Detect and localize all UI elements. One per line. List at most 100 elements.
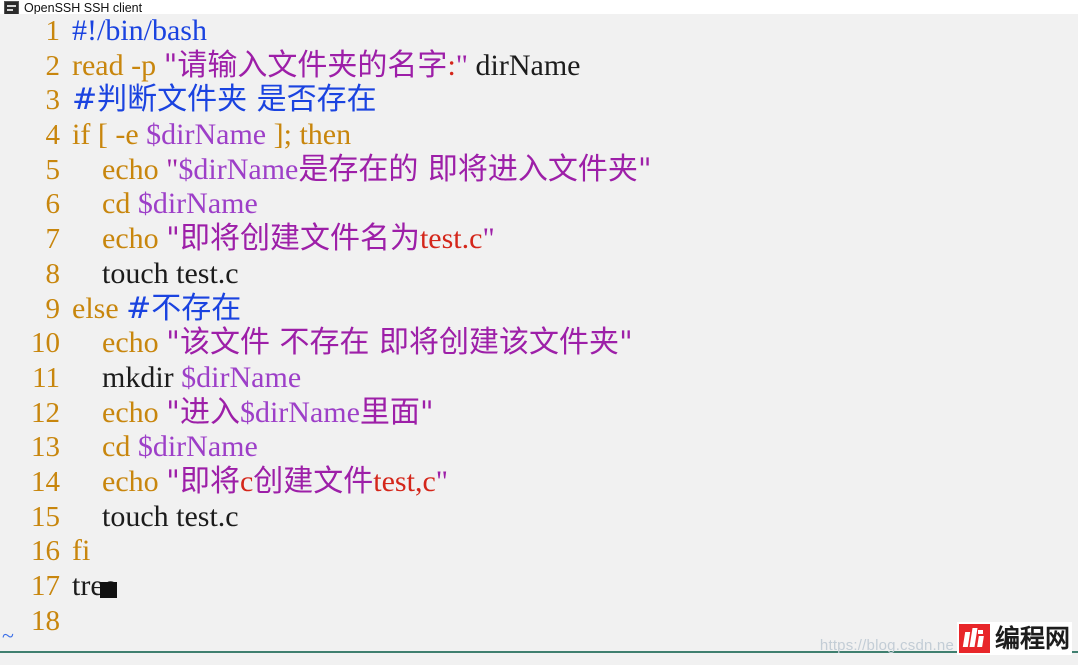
code-line[interactable]: 13 cd $dirName <box>0 430 1078 465</box>
code-token-kw: echo <box>72 222 167 256</box>
code-token-str: "该文件 不存在 即将创建该文件夹" <box>166 325 633 361</box>
code-token-str: " <box>166 152 179 186</box>
line-text: touch test.c <box>60 500 239 535</box>
code-token-str: " <box>482 222 495 256</box>
code-token-plain: dirName <box>468 48 581 82</box>
vim-editor-buffer[interactable]: 1 #!/bin/bash 2 read -p "请输入文件夹的名字:" dirNam… <box>0 14 1078 651</box>
line-text: #判断文件夹 是否存在 <box>60 83 377 118</box>
code-token-str: 是存在的 即将进入文件夹" <box>298 151 652 187</box>
code-token-str: "即将创建文件名为 <box>166 221 420 257</box>
line-text: read -p "请输入文件夹的名字:" dirName <box>60 47 581 84</box>
code-line[interactable]: 4 if [ -e $dirName ]; then <box>0 118 1078 153</box>
line-number: 3 <box>45 84 61 117</box>
code-token-kw: read <box>72 48 132 82</box>
line-number: 15 <box>31 500 60 533</box>
window-title: OpenSSH SSH client <box>24 1 143 14</box>
code-line[interactable]: 10 echo "该文件 不存在 即将创建该文件夹" <box>0 325 1078 361</box>
code-token-cmt: #不存在 <box>126 290 242 326</box>
code-line[interactable]: 1 #!/bin/bash <box>0 14 1078 49</box>
line-number: 16 <box>31 535 60 568</box>
code-line[interactable]: 15 touch test.c <box>0 500 1078 535</box>
code-line[interactable]: 2 read -p "请输入文件夹的名字:" dirName <box>0 47 1078 84</box>
code-line[interactable]: 12 echo "进入$dirName里面" <box>0 394 1078 431</box>
biancheng-logo-icon <box>958 624 990 653</box>
line-text: echo "即将创建文件名为test.c" <box>60 221 495 257</box>
line-text: if [ -e $dirName ]; then <box>60 118 351 153</box>
vim-empty-line-marker: ~ <box>2 623 14 648</box>
code-token-kw: ; <box>283 118 300 152</box>
code-token-spec: : <box>447 48 456 82</box>
code-line[interactable]: 3 #判断文件夹 是否存在 <box>0 83 1078 118</box>
code-line[interactable]: 16 fi <box>0 534 1078 569</box>
code-token-str: 创建文件 <box>253 463 374 499</box>
code-token-plain: mkdir <box>72 360 182 394</box>
brand-logo: 编程网 <box>956 622 1072 655</box>
code-token-spec: c <box>239 464 254 498</box>
code-token-var: $dirName <box>137 187 258 221</box>
code-token-str: 里面" <box>359 394 434 430</box>
line-text: cd $dirName <box>60 430 258 465</box>
line-number: 11 <box>32 361 60 394</box>
text-cursor <box>99 582 117 598</box>
line-text: cd $dirName <box>60 187 258 222</box>
line-number: 6 <box>45 188 61 221</box>
code-token-kw: cd <box>72 187 138 221</box>
code-token-kw: -e <box>115 118 147 152</box>
code-line[interactable]: 14 echo "即将c创建文件test,c" <box>0 463 1078 500</box>
line-text: tree <box>60 569 117 604</box>
code-token-kw: else <box>72 291 127 325</box>
code-token-kw: echo <box>72 152 167 186</box>
line-number: 8 <box>45 257 61 290</box>
code-token-cmt: #!/bin/bash <box>72 14 207 47</box>
line-number: 17 <box>31 570 60 602</box>
line-number: 5 <box>45 153 61 186</box>
line-number: 4 <box>45 119 61 152</box>
line-text: touch test.c <box>60 257 239 292</box>
line-number: 10 <box>31 327 60 360</box>
code-token-var: $dirName <box>137 430 258 464</box>
line-text: #!/bin/bash <box>60 14 207 49</box>
code-token-var: $dirName <box>181 360 302 394</box>
code-line[interactable]: 6 cd $dirName <box>0 187 1078 222</box>
code-line[interactable]: 5 echo "$dirName是存在的 即将进入文件夹" <box>0 151 1078 188</box>
line-number: 13 <box>31 431 60 464</box>
line-text: else #不存在 <box>60 290 242 327</box>
line-text: echo "进入$dirName里面" <box>60 394 434 431</box>
code-line[interactable]: 18 <box>0 604 1078 639</box>
code-token-kw: fi <box>72 534 91 568</box>
code-token-var: $dirName <box>178 152 299 186</box>
code-token-str: " <box>455 48 469 82</box>
code-token-spec: test.c <box>419 222 483 256</box>
code-token-str: "请输入文件夹的名字 <box>163 47 448 83</box>
code-lines: 1 #!/bin/bash 2 read -p "请输入文件夹的名字:" dirNam… <box>0 14 1078 638</box>
code-line[interactable]: 8 touch test.c <box>0 257 1078 292</box>
code-token-spec: test,c <box>373 464 436 498</box>
code-token-plain: touch test.c <box>72 499 239 533</box>
code-token-kw: echo <box>72 326 167 360</box>
code-token-cmt: #判断文件夹 是否存在 <box>72 82 377 118</box>
code-line[interactable]: 9 else #不存在 <box>0 290 1078 327</box>
line-text: echo "即将c创建文件test,c" <box>60 463 449 500</box>
code-line[interactable]: 17 tree <box>0 569 1078 604</box>
code-token-kw: -p <box>131 48 164 82</box>
line-text: fi <box>60 534 90 569</box>
code-line[interactable]: 7 echo "即将创建文件名为test.c" <box>0 221 1078 257</box>
code-token-kw: [ <box>97 118 116 152</box>
line-text: mkdir $dirName <box>60 361 301 396</box>
line-number: 14 <box>31 465 60 498</box>
window-title-bar[interactable]: OpenSSH SSH client <box>0 0 1078 14</box>
code-token-kw: cd <box>72 430 138 464</box>
code-line[interactable]: 11 mkdir $dirName <box>0 361 1078 396</box>
code-token-kw: then <box>299 118 352 152</box>
code-token-var: $dirName <box>146 118 267 152</box>
brand-logo-text: 编程网 <box>994 624 1070 653</box>
code-token-kw: echo <box>72 395 167 429</box>
line-number: 12 <box>31 396 60 429</box>
watermark-url: https://blog.csdn.ne <box>819 637 954 654</box>
line-number: 7 <box>45 223 61 256</box>
line-text: echo "该文件 不存在 即将创建该文件夹" <box>60 325 633 361</box>
line-number: 1 <box>45 15 61 47</box>
code-token-str: " <box>435 464 449 498</box>
code-token-kw: if <box>72 118 98 152</box>
code-token-kw: ] <box>266 118 284 152</box>
